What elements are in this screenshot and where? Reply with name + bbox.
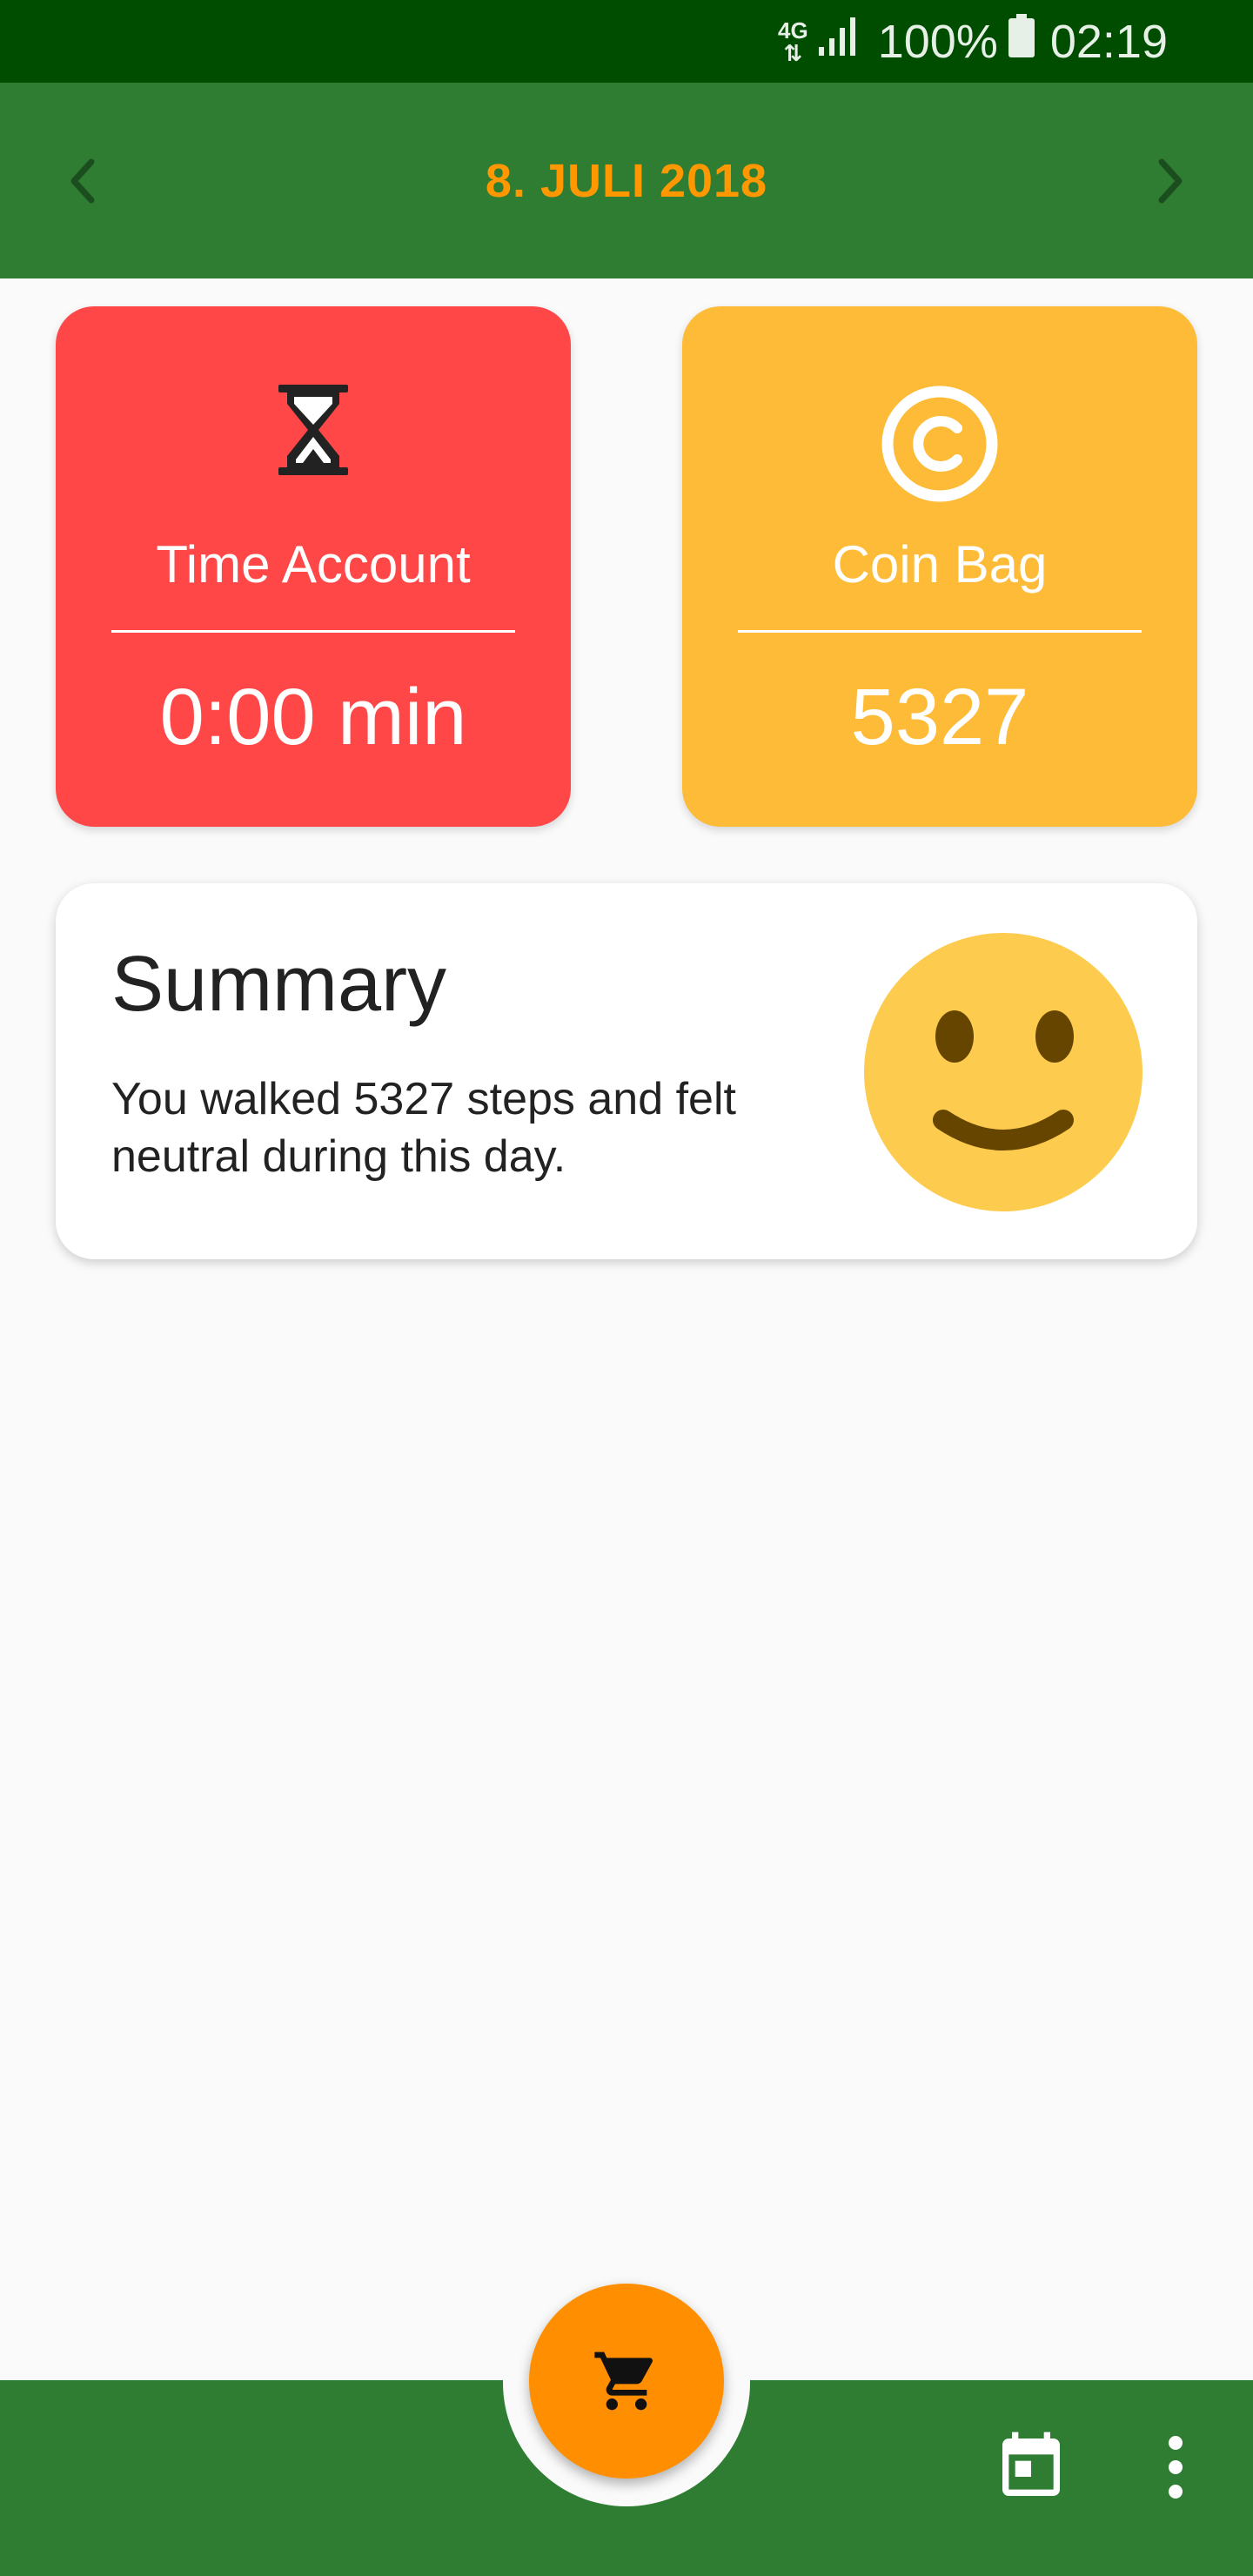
battery-percent: 100% <box>877 15 998 68</box>
coin-bag-value: 5327 <box>850 673 1029 761</box>
smiley-face-icon <box>863 932 1143 1217</box>
calendar-icon <box>1002 2432 1060 2496</box>
clock: 02:19 <box>1049 15 1168 68</box>
divider <box>111 630 515 633</box>
network-indicator: 4G ⇅ <box>778 19 808 64</box>
date-title: 8. JULI 2018 <box>485 154 768 207</box>
coin-bag-card[interactable]: Coin Bag 5327 <box>682 306 1197 827</box>
coin-bag-label: Coin Bag <box>832 535 1048 594</box>
divider <box>738 630 1142 633</box>
more-options-button[interactable] <box>1128 2419 1223 2515</box>
next-day-button[interactable] <box>1127 138 1214 225</box>
chevron-right-icon <box>1158 158 1183 203</box>
hourglass-icon <box>277 385 350 480</box>
shop-fab-button[interactable] <box>529 2284 724 2479</box>
signal-icon <box>817 15 866 69</box>
status-bar: 4G ⇅ 100% 02:19 <box>0 0 1253 83</box>
shopping-cart-icon <box>594 2351 653 2411</box>
calendar-button[interactable] <box>983 2419 1079 2515</box>
summary-text: You walked 5327 steps and felt neutral d… <box>111 1074 736 1182</box>
app-bar: 8. JULI 2018 <box>0 83 1253 278</box>
summary-card: Summary You walked 5327 steps and felt n… <box>56 883 1197 1259</box>
time-account-card[interactable]: Time Account 0:00 min <box>56 306 571 827</box>
more-vert-icon <box>1169 2436 1183 2499</box>
summary-title: Summary <box>111 941 447 1028</box>
copyright-coin-icon <box>881 385 999 507</box>
time-account-label: Time Account <box>156 535 471 594</box>
network-type: 4G <box>778 17 808 44</box>
data-arrows-icon: ⇅ <box>783 39 803 66</box>
battery-icon <box>1008 14 1035 69</box>
time-account-value: 0:00 min <box>159 673 467 761</box>
